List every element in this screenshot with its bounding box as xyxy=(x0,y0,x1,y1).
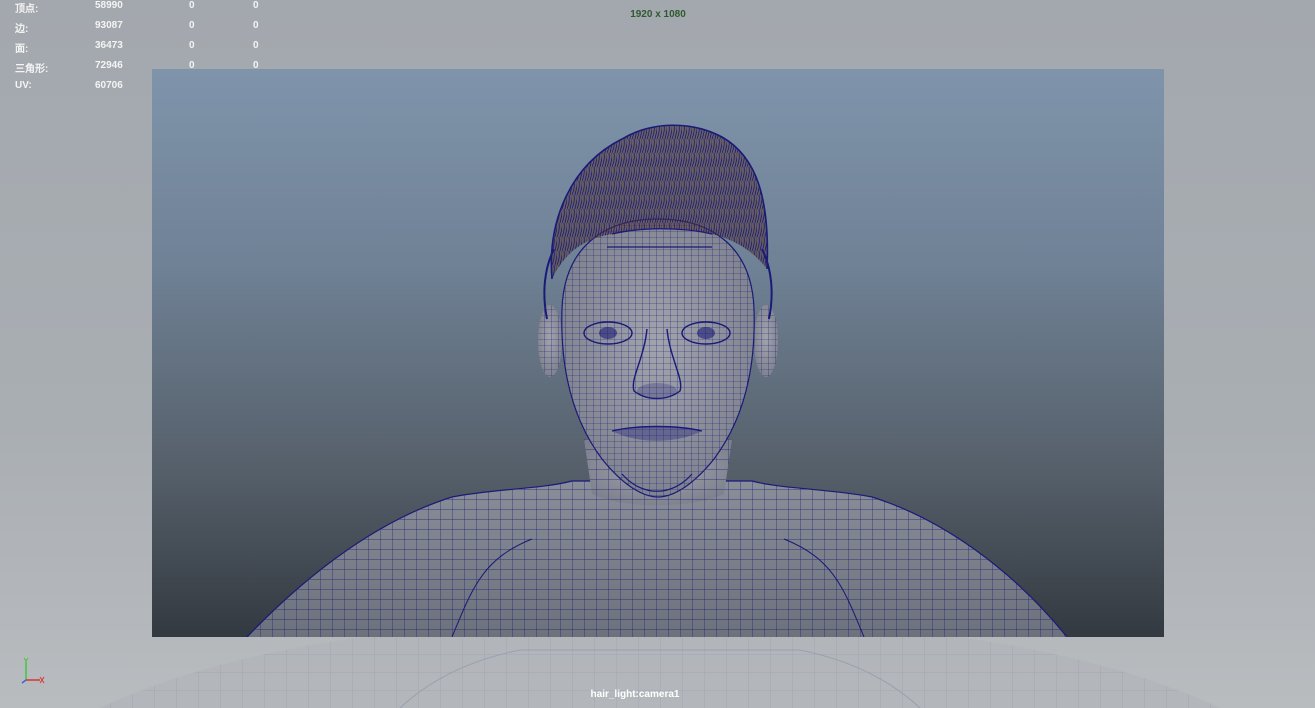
hud-selected-2: 0 xyxy=(253,0,259,11)
hud-label: UV: xyxy=(15,80,32,91)
hud-total: 58990 xyxy=(95,0,123,11)
hud-label: 三角形: xyxy=(15,64,49,75)
view-axis-icon xyxy=(21,657,45,684)
hud-selected-2: 0 xyxy=(253,20,259,31)
hud-label: 面: xyxy=(15,44,29,55)
hud-selected: 0 xyxy=(189,20,195,31)
hud-label: 顶点: xyxy=(15,4,39,15)
hud-selected-2: 0 xyxy=(253,40,259,51)
resolution-gate-label: 1920 x 1080 xyxy=(630,9,686,20)
camera-viewport[interactable] xyxy=(152,69,1164,637)
character-wireframe[interactable] xyxy=(152,69,1164,637)
hud-selected: 0 xyxy=(189,0,195,11)
hud-total: 60706 xyxy=(95,80,123,91)
hud-total: 72946 xyxy=(95,60,123,71)
hud-total: 93087 xyxy=(95,20,123,31)
camera-name-label: hair_light:camera1 xyxy=(590,689,680,700)
hud-label: 边: xyxy=(15,24,29,35)
hud-selected: 0 xyxy=(189,40,195,51)
hud-total: 36473 xyxy=(95,40,123,51)
